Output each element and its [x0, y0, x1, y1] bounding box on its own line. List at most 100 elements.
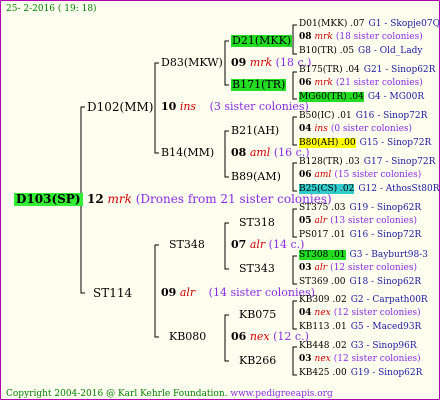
gen2b-drone-origin: 09 alr (14 sister colonies): [161, 287, 315, 299]
gen4-3-sire-row: B128(TR) .03 G17 - Sinop72R: [299, 157, 435, 167]
gen4-sire-location: G1 - Skopje07Q: [368, 19, 440, 29]
gen3d-drone-origin: 06 nex (12 c.): [231, 331, 309, 343]
gen4-code: alr: [314, 216, 328, 226]
header-date: 25- 2-2016 ( 19: 18): [6, 4, 97, 14]
gen4-note: (13 sister colonies): [330, 216, 418, 226]
footer: Copyright 2004-2016 @ Karl Kehrle Founda…: [6, 389, 333, 399]
gen4-sire-location: G2 - Carpath00R: [350, 295, 428, 305]
gen4-dam-location: G5 - Maced93R: [350, 322, 422, 332]
gen4-4-dam-row: PS017 .01 G16 - Sinop72R: [299, 230, 421, 240]
gen3a-dam: B171(TR): [231, 78, 287, 91]
gen4-dam-location: G15 - Sinop72R: [359, 138, 432, 148]
gen1-sire: D102(MM): [87, 100, 154, 114]
gen4-sire-location: G3 - Bayburt98-3: [349, 250, 428, 260]
gen4-0-dam-row: B10(TR) .05 G8 - Old_Lady: [299, 46, 422, 56]
gen2b-code: alr: [179, 286, 196, 299]
gen4-note: (18 sister colonies): [335, 32, 423, 42]
gen2b-sire: ST348: [169, 238, 205, 251]
gen3a-code: mrk: [249, 56, 273, 69]
gen4-sire: ST375 .03: [299, 203, 346, 213]
gen4-code: nex: [314, 354, 331, 364]
gen4-num: 04: [299, 308, 312, 318]
gen4-code: alr: [314, 263, 328, 273]
gen4-sire-location: G17 - Sinop72R: [363, 157, 436, 167]
gen4-code: ins: [314, 124, 328, 134]
gen4-dam-location: G16 - Sinop72R: [349, 230, 422, 240]
gen4-dam: PS017 .01: [299, 230, 346, 240]
gen4-4-drone-row: 05 alr (13 sister colonies): [299, 216, 417, 226]
gen1-num: 12: [87, 192, 104, 206]
gen4-sire-location: G19 - Sinop62R: [349, 203, 422, 213]
gen3b-sire: B21(AH): [231, 124, 280, 137]
gen4-7-sire-row: KB448 .02 G3 - Sinop96R: [299, 341, 417, 351]
gen4-sire: B50(IC) .01: [299, 111, 352, 121]
gen4-dam: B10(TR) .05: [299, 46, 355, 56]
gen3c-num: 07: [231, 238, 247, 251]
gen4-note: (21 sister colonies): [335, 78, 423, 88]
gen4-4-sire-row: ST375 .03 G19 - Sinop62R: [299, 203, 421, 213]
gen4-code: nex: [314, 308, 331, 318]
gen4-2-drone-row: 04 ins (0 sister colonies): [299, 124, 412, 134]
gen4-note: (12 sister colonies): [333, 354, 421, 364]
gen4-dam: KB113 .01: [299, 322, 347, 332]
gen3c-drone-origin: 07 alr (14 c.): [231, 239, 304, 251]
gen4-sire: B175(TR) .04: [299, 65, 360, 75]
gen4-dam: B80(AH) .00: [299, 138, 356, 148]
root-queen: D103(SP): [14, 192, 83, 206]
gen2a-num: 10: [161, 100, 177, 113]
gen4-sire-location: G16 - Sinop72R: [355, 111, 428, 121]
gen4-sire: ST308 .01: [299, 250, 346, 260]
gen4-5-drone-row: 03 alr (12 sister colonies): [299, 263, 417, 273]
gen4-dam: B25(CS) .02: [299, 184, 355, 194]
gen4-dam-location: G18 - Sinop62R: [349, 277, 422, 287]
gen4-6-dam-row: KB113 .01 G5 - Maced93R: [299, 322, 421, 332]
footer-site: www.pedigreeapis.org: [230, 389, 333, 399]
gen4-5-dam-row: ST369 .00 G18 - Sinop62R: [299, 277, 421, 287]
gen4-1-drone-row: 06 mrk (21 sister colonies): [299, 78, 423, 88]
gen4-sire: KB448 .02: [299, 341, 347, 351]
gen3d-dam: KB266: [239, 354, 277, 367]
gen2a-drone-origin: 10 ins (3 sister colonies): [161, 101, 309, 113]
gen3b-num: 08: [231, 146, 247, 159]
gen3c-code: alr: [249, 238, 266, 251]
gen4-7-drone-row: 03 nex (12 sister colonies): [299, 354, 421, 364]
gen4-sire: B128(TR) .03: [299, 157, 360, 167]
gen4-6-drone-row: 04 nex (12 sister colonies): [299, 308, 421, 318]
gen4-note: (12 sister colonies): [333, 308, 421, 318]
gen3c-sire: ST318: [239, 216, 275, 229]
gen3c-dam: ST343: [239, 262, 275, 275]
gen4-num: 03: [299, 354, 312, 364]
footer-copyright: Copyright 2004-2016 @ Karl Kehrle Founda…: [6, 389, 228, 399]
gen4-3-dam-row: B25(CS) .02 G12 - AthosSt80R: [299, 184, 440, 194]
gen4-num: 03: [299, 263, 312, 273]
gen4-2-sire-row: B50(IC) .01 G16 - Sinop72R: [299, 111, 427, 121]
gen4-1-sire-row: B175(TR) .04 G21 - Sinop62R: [299, 65, 435, 75]
gen4-1-dam-row: MG60(TR) .04 G4 - MG00R: [299, 92, 424, 102]
gen3b-code: aml: [249, 146, 271, 159]
gen4-num: 04: [299, 124, 312, 134]
gen4-dam-location: G8 - Old_Lady: [358, 46, 423, 56]
gen4-num: 08: [299, 32, 312, 42]
gen3d-num: 06: [231, 330, 247, 343]
gen4-sire: KB309 .02: [299, 295, 347, 305]
gen1-code: mrk: [107, 192, 132, 206]
gen4-0-drone-row: 08 mrk (18 sister colonies): [299, 32, 423, 42]
gen3a-sire: D21(MKK): [231, 34, 293, 47]
gen4-3-drone-row: 06 aml (15 sister colonies): [299, 170, 421, 180]
pedigree-frame: 25- 2-2016 ( 19: 18) D103(SP) D102(MM) 1…: [0, 0, 440, 400]
gen4-0-sire-row: D01(MKK) .07 G1 - Skopje07Q: [299, 19, 440, 29]
gen2a-dam: B14(MM): [161, 146, 215, 159]
gen4-num: 05: [299, 216, 312, 226]
gen4-sire-location: G3 - Sinop96R: [350, 341, 417, 351]
gen4-note: (12 sister colonies): [330, 263, 418, 273]
gen3d-sire: KB075: [239, 308, 277, 321]
gen4-code: mrk: [314, 32, 333, 42]
gen4-sire: D01(MKK) .07: [299, 19, 365, 29]
gen2b-dam: KB080: [169, 330, 207, 343]
gen3d-code: nex: [249, 330, 270, 343]
gen4-2-dam-row: B80(AH) .00 G15 - Sinop72R: [299, 138, 431, 148]
gen4-7-dam-row: KB425 .00 G19 - Sinop62R: [299, 368, 422, 378]
gen2a-code: ins: [179, 100, 197, 113]
gen4-num: 06: [299, 170, 312, 180]
gen4-note: (15 sister colonies): [334, 170, 422, 180]
